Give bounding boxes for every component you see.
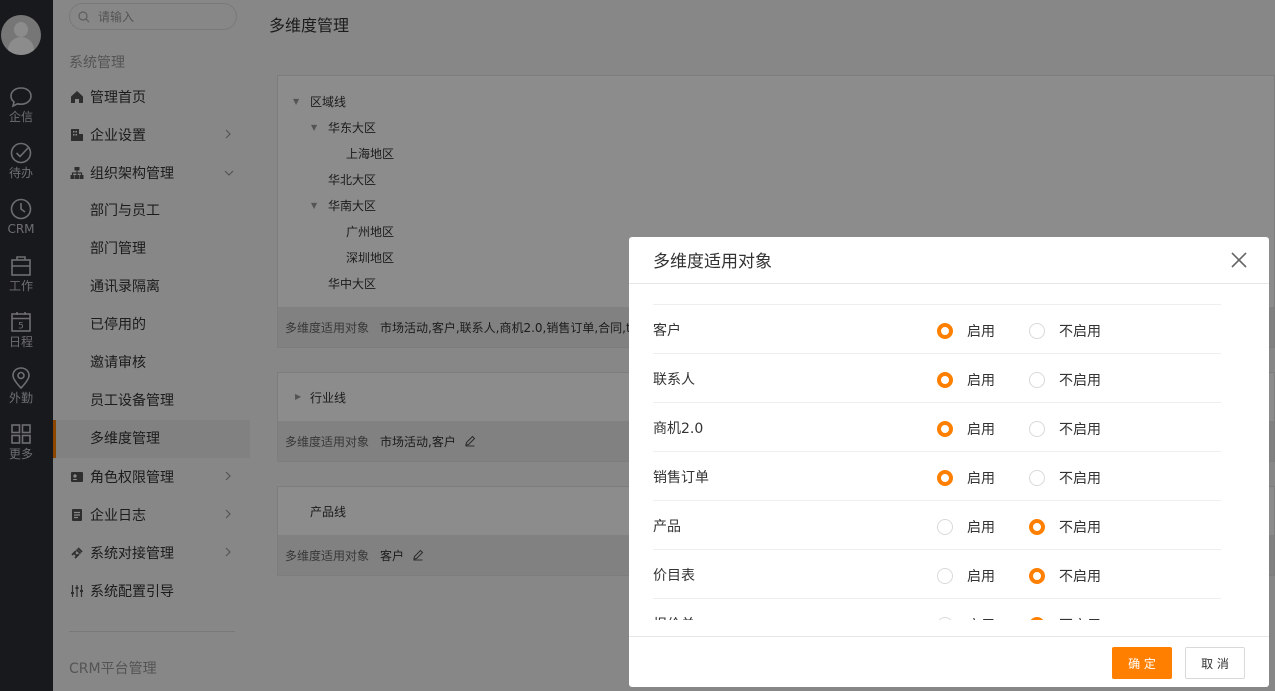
disable-radio[interactable]: 不启用 <box>1029 566 1101 586</box>
object-row: 报价单 启用 不启用 <box>653 598 1221 620</box>
radio-label: 启用 <box>967 471 995 487</box>
object-row: 商机2.0 启用 不启用 <box>653 402 1221 451</box>
dialog-header: 多维度适用对象 <box>629 237 1269 284</box>
object-name: 价目表 <box>653 568 695 584</box>
radio-label: 不启用 <box>1059 373 1101 389</box>
radio-label: 启用 <box>967 615 995 620</box>
radio-checked-icon[interactable] <box>1029 519 1045 535</box>
object-row: 产品 启用 不启用 <box>653 500 1221 549</box>
disable-radio[interactable]: 不启用 <box>1029 419 1101 439</box>
radio-unchecked-icon[interactable] <box>1029 372 1045 388</box>
enable-radio[interactable]: 启用 <box>937 566 995 586</box>
object-name: 报价单 <box>653 614 695 620</box>
disable-radio[interactable]: 不启用 <box>1029 321 1101 341</box>
object-row: 销售订单 启用 不启用 <box>653 451 1221 500</box>
radio-label: 不启用 <box>1059 520 1101 536</box>
object-row: 价目表 启用 不启用 <box>653 549 1221 598</box>
close-icon[interactable] <box>1230 251 1248 269</box>
disable-radio[interactable]: 不启用 <box>1029 517 1101 537</box>
radio-unchecked-icon[interactable] <box>937 519 953 535</box>
confirm-button[interactable]: 确 定 <box>1112 647 1172 679</box>
radio-unchecked-icon[interactable] <box>1029 470 1045 486</box>
dialog-footer: 确 定 取 消 <box>629 636 1269 687</box>
disable-radio[interactable]: 不启用 <box>1029 370 1101 390</box>
enable-radio[interactable]: 启用 <box>937 419 995 439</box>
radio-checked-icon[interactable] <box>937 421 953 437</box>
radio-label: 不启用 <box>1059 569 1101 585</box>
object-row: 客户 启用 不启用 <box>653 304 1221 353</box>
applies-to-dialog: 多维度适用对象 客户 启用 不启用 联系人 启用 不启用 商机2.0 启用 不启用 销售订单 启用不… <box>629 237 1269 687</box>
dialog-body: 客户 启用 不启用 联系人 启用 不启用 商机2.0 启用 不启用 销售订单 启用 不启用 产品 启用 不启… <box>629 285 1269 620</box>
enable-radio[interactable]: 启用 <box>937 321 995 341</box>
radio-unchecked-icon[interactable] <box>1029 421 1045 437</box>
radio-label: 启用 <box>967 422 995 438</box>
enable-radio[interactable]: 启用 <box>937 517 995 537</box>
radio-unchecked-icon[interactable] <box>937 568 953 584</box>
dialog-title: 多维度适用对象 <box>653 252 772 272</box>
radio-checked-icon[interactable] <box>937 323 953 339</box>
object-name: 商机2.0 <box>653 421 704 437</box>
enable-radio[interactable]: 启用 <box>937 468 995 488</box>
radio-unchecked-icon[interactable] <box>937 617 953 620</box>
radio-label: 启用 <box>967 373 995 389</box>
radio-checked-icon[interactable] <box>937 470 953 486</box>
disable-radio[interactable]: 不启用 <box>1029 615 1101 620</box>
radio-label: 不启用 <box>1059 324 1101 340</box>
enable-radio[interactable]: 启用 <box>937 370 995 390</box>
radio-checked-icon[interactable] <box>1029 568 1045 584</box>
radio-unchecked-icon[interactable] <box>1029 323 1045 339</box>
radio-checked-icon[interactable] <box>1029 617 1045 620</box>
object-name: 联系人 <box>653 372 695 388</box>
radio-label: 启用 <box>967 324 995 340</box>
radio-label: 不启用 <box>1059 471 1101 487</box>
radio-label: 不启用 <box>1059 422 1101 438</box>
radio-label: 启用 <box>967 520 995 536</box>
object-row: 联系人 启用 不启用 <box>653 353 1221 402</box>
enable-radio[interactable]: 启用 <box>937 615 995 620</box>
object-name: 销售订单 <box>653 470 709 486</box>
object-name: 产品 <box>653 519 681 535</box>
object-name: 客户 <box>653 323 681 339</box>
radio-checked-icon[interactable] <box>937 372 953 388</box>
radio-label: 启用 <box>967 569 995 585</box>
radio-label: 不启用 <box>1059 615 1101 620</box>
cancel-button[interactable]: 取 消 <box>1185 647 1245 679</box>
disable-radio[interactable]: 不启用 <box>1029 468 1101 488</box>
